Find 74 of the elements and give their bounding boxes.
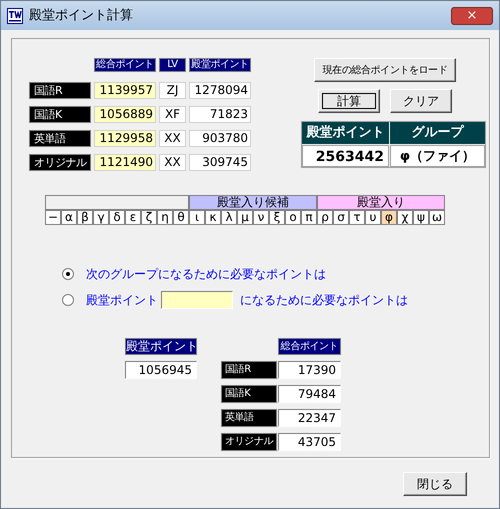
greek-letter-cell: υ — [365, 210, 381, 225]
greek-letter-cell: ω — [429, 210, 445, 225]
table-cell: 309745 — [189, 154, 251, 171]
load-button[interactable]: 現在の総合ポイントをロード — [314, 58, 456, 82]
app-icon — [7, 8, 23, 24]
option-label: 次のグループになるために必要なポイントは — [86, 266, 326, 283]
column-header: 殿堂ポイント — [189, 58, 251, 72]
value-field: 43705 — [278, 433, 341, 451]
table-cell: 1278094 — [189, 82, 251, 99]
result-value: φ（ファイ） — [390, 145, 485, 167]
value-field: 17390 — [278, 361, 341, 379]
result-value: 2563442 — [302, 145, 389, 167]
greek-letter-cell: η — [157, 210, 173, 225]
table-cell: 1056889 — [94, 106, 156, 123]
row-label: 国語K — [221, 385, 277, 403]
greek-letter-cell: δ — [109, 210, 125, 225]
greek-letter-cell: ψ — [413, 210, 429, 225]
greek-letter-cell: λ — [221, 210, 237, 225]
value-field: 79484 — [278, 385, 341, 403]
radio-button[interactable] — [62, 268, 74, 280]
column-header: 殿堂ポイント — [125, 338, 197, 355]
group-header: 殿堂入り — [317, 195, 445, 210]
value-field: 22347 — [278, 409, 341, 427]
row-label: 国語R — [29, 82, 91, 99]
table-cell: 903780 — [189, 130, 251, 147]
greek-letter-cell: σ — [333, 210, 349, 225]
greek-letter-cell: β — [77, 210, 93, 225]
clear-button[interactable]: クリア — [390, 89, 452, 113]
row-label: オリジナル — [29, 154, 91, 171]
table-cell: XF — [159, 106, 186, 123]
greek-letter-cell: ε — [125, 210, 141, 225]
close-button[interactable]: × — [451, 6, 493, 24]
table-cell: 1139957 — [94, 82, 156, 99]
row-label: オリジナル — [221, 433, 277, 451]
row-label: 国語R — [221, 361, 277, 379]
table-cell: XX — [159, 154, 186, 171]
window-title: 殿堂ポイント計算 — [29, 6, 133, 25]
greek-letter-cell: τ — [349, 210, 365, 225]
greek-letter-cell: ν — [253, 210, 269, 225]
table-cell: XX — [159, 130, 186, 147]
greek-letter-cell: χ — [397, 210, 413, 225]
option-label: 殿堂ポイント — [86, 292, 158, 309]
greek-letter-cell: φ — [381, 210, 397, 225]
row-label: 英単語 — [221, 409, 277, 427]
calc-button[interactable]: 計算 — [318, 89, 380, 113]
greek-letter-cell: α — [61, 210, 77, 225]
greek-letter-cell: ξ — [269, 210, 285, 225]
column-header: LV — [159, 58, 186, 72]
table-cell: 1121490 — [94, 154, 156, 171]
table-cell: 1129958 — [94, 130, 156, 147]
greek-letter-cell: θ — [173, 210, 189, 225]
group-header: 殿堂入り候補 — [189, 195, 317, 210]
greek-letter-cell: π — [301, 210, 317, 225]
option-label: になるために必要なポイントは — [240, 292, 408, 309]
greek-letter-cell: κ — [205, 210, 221, 225]
column-header: グループ — [390, 122, 485, 144]
row-label: 国語K — [29, 106, 91, 123]
greek-letter-cell: γ — [93, 210, 109, 225]
column-header: 総合ポイント — [278, 338, 341, 355]
column-header: 殿堂ポイント — [302, 122, 389, 144]
point-input-field[interactable] — [161, 291, 233, 309]
greek-letter-cell: ρ — [317, 210, 333, 225]
greek-letter-cell: ο — [285, 210, 301, 225]
column-header: 総合ポイント — [94, 58, 156, 72]
row-label: 英単語 — [29, 130, 91, 147]
table-cell: 71823 — [189, 106, 251, 123]
value-field: 1056945 — [125, 361, 197, 379]
table-cell: ZJ — [159, 82, 186, 99]
greek-letter-cell: μ — [237, 210, 253, 225]
greek-letter-cell: ζ — [141, 210, 157, 225]
greek-letter-cell: − — [45, 210, 61, 225]
close-dialog-button[interactable]: 閉じる — [403, 472, 467, 496]
greek-letter-cell: ι — [189, 210, 205, 225]
radio-button[interactable] — [62, 294, 74, 306]
